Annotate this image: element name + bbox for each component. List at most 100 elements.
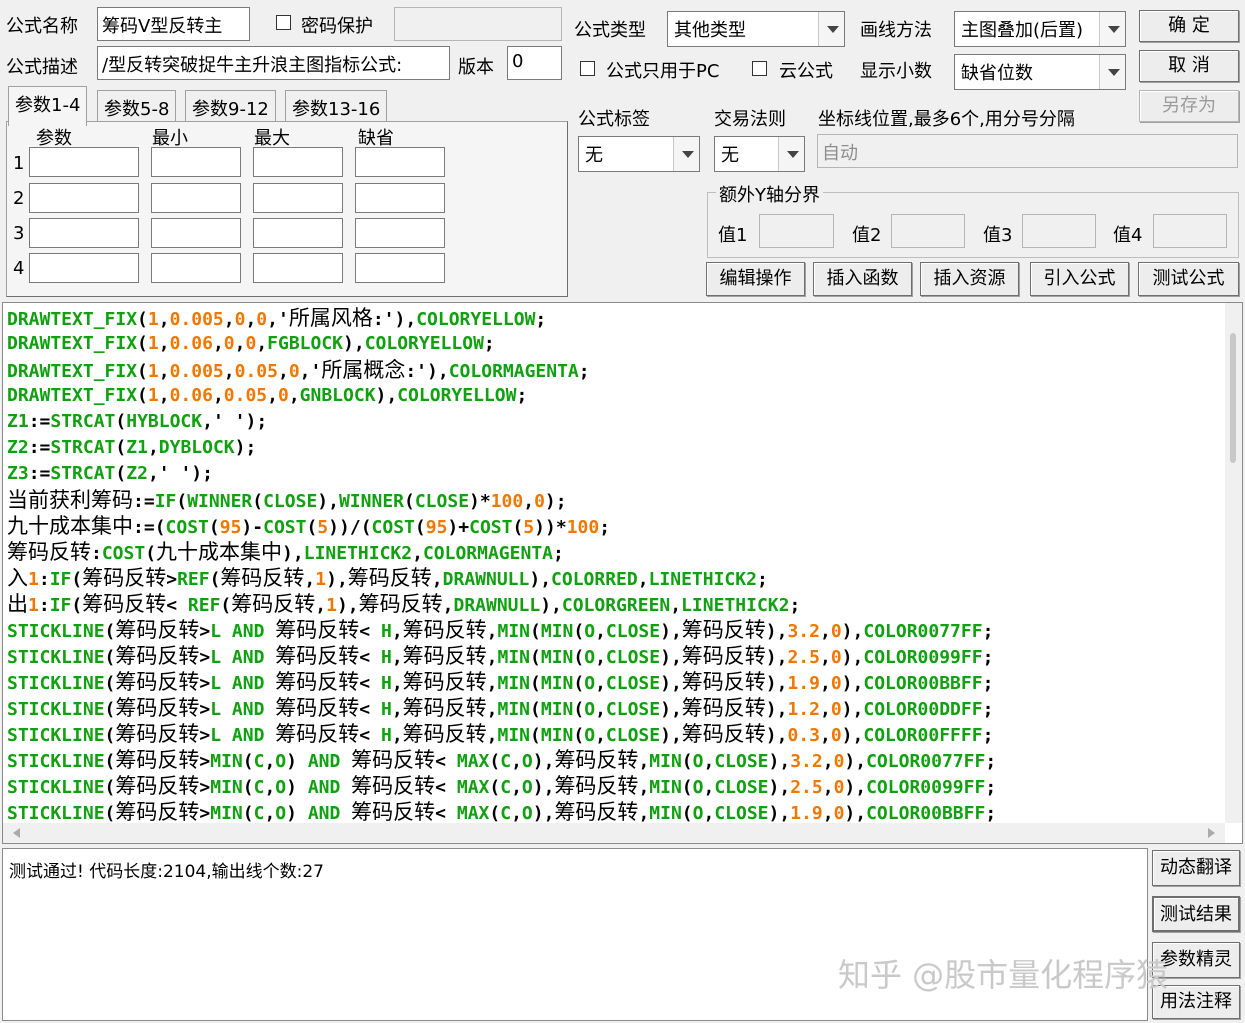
scroll-right-icon[interactable] — [1208, 828, 1215, 838]
version-input[interactable]: 0 — [507, 46, 562, 80]
edit-ops-button[interactable]: 编辑操作 — [706, 262, 805, 296]
code-line[interactable]: DRAWTEXT_FIX(1,0.06,0.05,0,GNBLOCK),COLO… — [7, 383, 527, 409]
value4-input[interactable] — [1153, 214, 1227, 248]
scroll-left-icon[interactable] — [13, 828, 20, 838]
param-max-input[interactable] — [253, 147, 343, 177]
code-line[interactable]: STICKLINE(筹码反转>L AND 筹码反转< H,筹码反转,MIN(MI… — [7, 721, 993, 747]
password-input[interactable] — [394, 7, 562, 41]
tab-params-9-12[interactable]: 参数9-12 — [185, 90, 276, 122]
param-default-input[interactable] — [355, 218, 445, 248]
formula-desc-input[interactable]: /型反转突破捉牛主升浪主图指标公式: — [97, 46, 450, 80]
code-line[interactable]: 筹码反转:COST(九十成本集中),LINETHICK2,COLORMAGENT… — [7, 539, 564, 565]
insert-function-button[interactable]: 插入函数 — [813, 262, 912, 296]
code-line[interactable]: STICKLINE(筹码反转>MIN(C,O) AND 筹码反转< MAX(C,… — [7, 773, 996, 799]
extra-y-axis-label: 额外Y轴分界 — [716, 181, 823, 207]
chevron-down-icon — [778, 137, 804, 171]
tab-params-13-16[interactable]: 参数13-16 — [285, 90, 388, 122]
param-default-input[interactable] — [355, 253, 445, 283]
cancel-button[interactable]: 取 消 — [1139, 50, 1239, 82]
code-line[interactable]: STICKLINE(筹码反转>L AND 筹码反转< H,筹码反转,MIN(MI… — [7, 643, 993, 669]
insert-resource-button[interactable]: 插入资源 — [920, 262, 1019, 296]
test-result-button[interactable]: 测试结果 — [1152, 896, 1240, 932]
dynamic-translate-button[interactable]: 动态翻译 — [1152, 850, 1240, 886]
value2-input[interactable] — [891, 214, 965, 248]
chevron-down-icon — [1099, 55, 1125, 89]
version-label: 版本 — [458, 57, 494, 78]
param-max-input[interactable] — [253, 253, 343, 283]
code-line[interactable]: 出1:IF(筹码反转< REF(筹码反转,1),筹码反转,DRAWNULL),C… — [7, 591, 800, 617]
code-line[interactable]: DRAWTEXT_FIX(1,0.005,0,0,'所属风格:'),COLORY… — [7, 305, 546, 331]
param-row-number: 4 — [13, 258, 25, 279]
value3-input[interactable] — [1022, 214, 1096, 248]
param-min-input[interactable] — [151, 253, 241, 283]
param-min-input[interactable] — [151, 183, 241, 213]
vertical-scrollbar[interactable] — [1225, 303, 1242, 823]
ok-button[interactable]: 确 定 — [1139, 10, 1239, 42]
code-line[interactable]: DRAWTEXT_FIX(1,0.005,0.05,0,'所属概念:'),COL… — [7, 357, 590, 383]
code-line[interactable]: DRAWTEXT_FIX(1,0.06,0,0,FGBLOCK),COLORYE… — [7, 331, 495, 357]
test-formula-button[interactable]: 测试公式 — [1138, 262, 1239, 296]
param-min-input[interactable] — [151, 147, 241, 177]
cloud-checkbox[interactable] — [752, 61, 767, 76]
pc-only-label: 公式只用于PC — [606, 61, 720, 82]
param-min-input[interactable] — [151, 218, 241, 248]
code-line[interactable]: Z2:=STRCAT(Z1,DYBLOCK); — [7, 435, 256, 461]
code-line[interactable]: STICKLINE(筹码反转>MIN(C,O) AND 筹码反转< MAX(C,… — [7, 799, 996, 825]
trade-rule-label: 交易法则 — [714, 109, 786, 130]
code-line[interactable]: STICKLINE(筹码反转>L AND 筹码反转< H,筹码反转,MIN(MI… — [7, 617, 993, 643]
draw-method-select[interactable]: 主图叠加(后置) — [954, 11, 1126, 47]
chevron-down-icon — [1099, 12, 1125, 46]
tab-params-5-8[interactable]: 参数5-8 — [97, 90, 177, 122]
formula-name-label: 公式名称 — [6, 16, 78, 37]
param-default-input[interactable] — [355, 183, 445, 213]
formula-tag-label: 公式标签 — [578, 109, 650, 130]
code-line[interactable]: STICKLINE(筹码反转>L AND 筹码反转< H,筹码反转,MIN(MI… — [7, 669, 993, 695]
value3-label: 值3 — [983, 225, 1013, 246]
value1-label: 值1 — [718, 225, 748, 246]
param-max-input[interactable] — [253, 183, 343, 213]
trade-rule-select[interactable]: 无 — [714, 136, 805, 172]
pc-only-checkbox[interactable] — [580, 61, 595, 76]
import-formula-button[interactable]: 引入公式 — [1030, 262, 1129, 296]
code-line[interactable]: 入1:IF(筹码反转>REF(筹码反转,1),筹码反转,DRAWNULL),CO… — [7, 565, 768, 591]
param-row-number: 1 — [13, 153, 25, 174]
param-name-input[interactable] — [29, 183, 139, 213]
param-default-input[interactable] — [355, 147, 445, 177]
code-line[interactable]: 九十成本集中:=(COST(95)-COST(5))/(COST(95)+COS… — [7, 513, 610, 539]
code-line[interactable]: Z3:=STRCAT(Z2,' '); — [7, 461, 213, 487]
chevron-down-icon — [818, 12, 844, 46]
save-as-button[interactable]: 另存为 — [1139, 90, 1239, 122]
value1-input[interactable] — [759, 214, 834, 248]
decimal-select[interactable]: 缺省位数 — [954, 54, 1126, 90]
code-line[interactable]: STICKLINE(筹码反转>MIN(C,O) AND 筹码反转< MAX(C,… — [7, 747, 996, 773]
coord-line-input[interactable]: 自动 — [817, 134, 1238, 168]
code-line[interactable]: STICKLINE(筹码反转>L AND 筹码反转< H,筹码反转,MIN(MI… — [7, 695, 993, 721]
vertical-scroll-thumb[interactable] — [1230, 333, 1236, 463]
formula-type-label: 公式类型 — [574, 20, 646, 41]
password-label: 密码保护 — [301, 16, 373, 37]
param-max-input[interactable] — [253, 218, 343, 248]
formula-tag-select[interactable]: 无 — [578, 136, 700, 172]
formula-type-select[interactable]: 其他类型 — [667, 11, 845, 47]
param-name-input[interactable] — [29, 253, 139, 283]
param-name-input[interactable] — [29, 147, 139, 177]
formula-name-input[interactable]: 筹码V型反转主 — [97, 7, 250, 41]
value2-label: 值2 — [852, 225, 882, 246]
param-row-number: 3 — [13, 223, 25, 244]
param-row-number: 2 — [13, 188, 25, 209]
password-checkbox[interactable] — [276, 15, 291, 30]
value4-label: 值4 — [1113, 225, 1143, 246]
tab-params-1-4[interactable]: 参数1-4 — [8, 86, 88, 126]
formula-desc-label: 公式描述 — [6, 57, 78, 78]
coord-line-label: 坐标线位置,最多6个,用分号分隔 — [818, 109, 1075, 130]
code-line[interactable]: Z1:=STRCAT(HYBLOCK,' '); — [7, 409, 267, 435]
horizontal-scrollbar[interactable] — [3, 823, 1225, 843]
test-output-text: 测试通过! 代码长度:2104,输出线个数:27 — [9, 862, 324, 882]
cloud-label: 云公式 — [779, 61, 833, 82]
watermark: 知乎 @股市量化程序猿 — [838, 956, 1169, 994]
chevron-down-icon — [673, 137, 699, 171]
decimal-label: 显示小数 — [860, 61, 932, 82]
code-editor[interactable]: DRAWTEXT_FIX(1,0.005,0,0,'所属风格:'),COLORY… — [2, 302, 1243, 844]
code-line[interactable]: 当前获利筹码:=IF(WINNER(CLOSE),WINNER(CLOSE)*1… — [7, 487, 567, 513]
param-name-input[interactable] — [29, 218, 139, 248]
